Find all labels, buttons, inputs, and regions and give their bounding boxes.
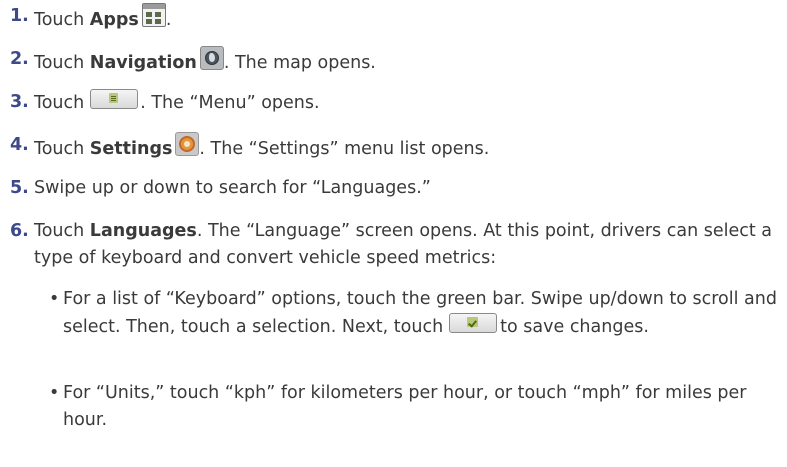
step-number: 6. (10, 221, 29, 241)
step-target-label: Navigation (89, 53, 197, 73)
apps-grid-icon (141, 3, 166, 27)
step-text: Touch (34, 139, 90, 159)
step-text: Touch (34, 53, 90, 73)
step-text: . (165, 10, 172, 30)
step-text: . The “Settings” menu list opens. (199, 139, 490, 159)
bullet-marker: • (49, 383, 60, 403)
step-number: 3. (10, 92, 29, 112)
step-target-label: Apps (89, 10, 139, 30)
instruction-document: 1. Touch Apps. 2. Touch Navigation . The … (0, 0, 787, 467)
bullet-text: For a list of “Keyboard” options, touch … (63, 289, 777, 337)
step-text: . The map opens. (223, 53, 376, 73)
step-number: 4. (10, 135, 29, 155)
step-target-label: Languages (89, 221, 197, 241)
step-number: 1. (10, 6, 29, 26)
settings-gear-icon (175, 132, 200, 156)
step-text: . The “Menu” opens. (140, 93, 320, 113)
step-text: Swipe up or down to search for “Language… (34, 178, 431, 198)
bullet-marker: • (49, 289, 60, 309)
bullet-text: For “Units,” touch “kph” for kilometers … (63, 383, 747, 430)
navigation-globe-icon (199, 46, 224, 70)
menu-list-icon (90, 89, 139, 109)
bullet-units: • For “Units,” touch “kph” for kilometer… (49, 380, 777, 434)
step-6: 6. Touch Languages. The “Language” scree… (10, 218, 779, 272)
step-target-label: Settings (89, 139, 173, 159)
check-save-icon (449, 313, 498, 333)
step-number: 5. (10, 178, 29, 198)
bullet-text: to save changes. (500, 317, 649, 337)
step-text: Touch (34, 10, 90, 30)
bullet-keyboard: • For a list of “Keyboard” options, touc… (49, 286, 777, 367)
step-number: 2. (10, 49, 29, 69)
step-text: Touch (34, 221, 90, 241)
step-text: Touch (34, 93, 85, 113)
